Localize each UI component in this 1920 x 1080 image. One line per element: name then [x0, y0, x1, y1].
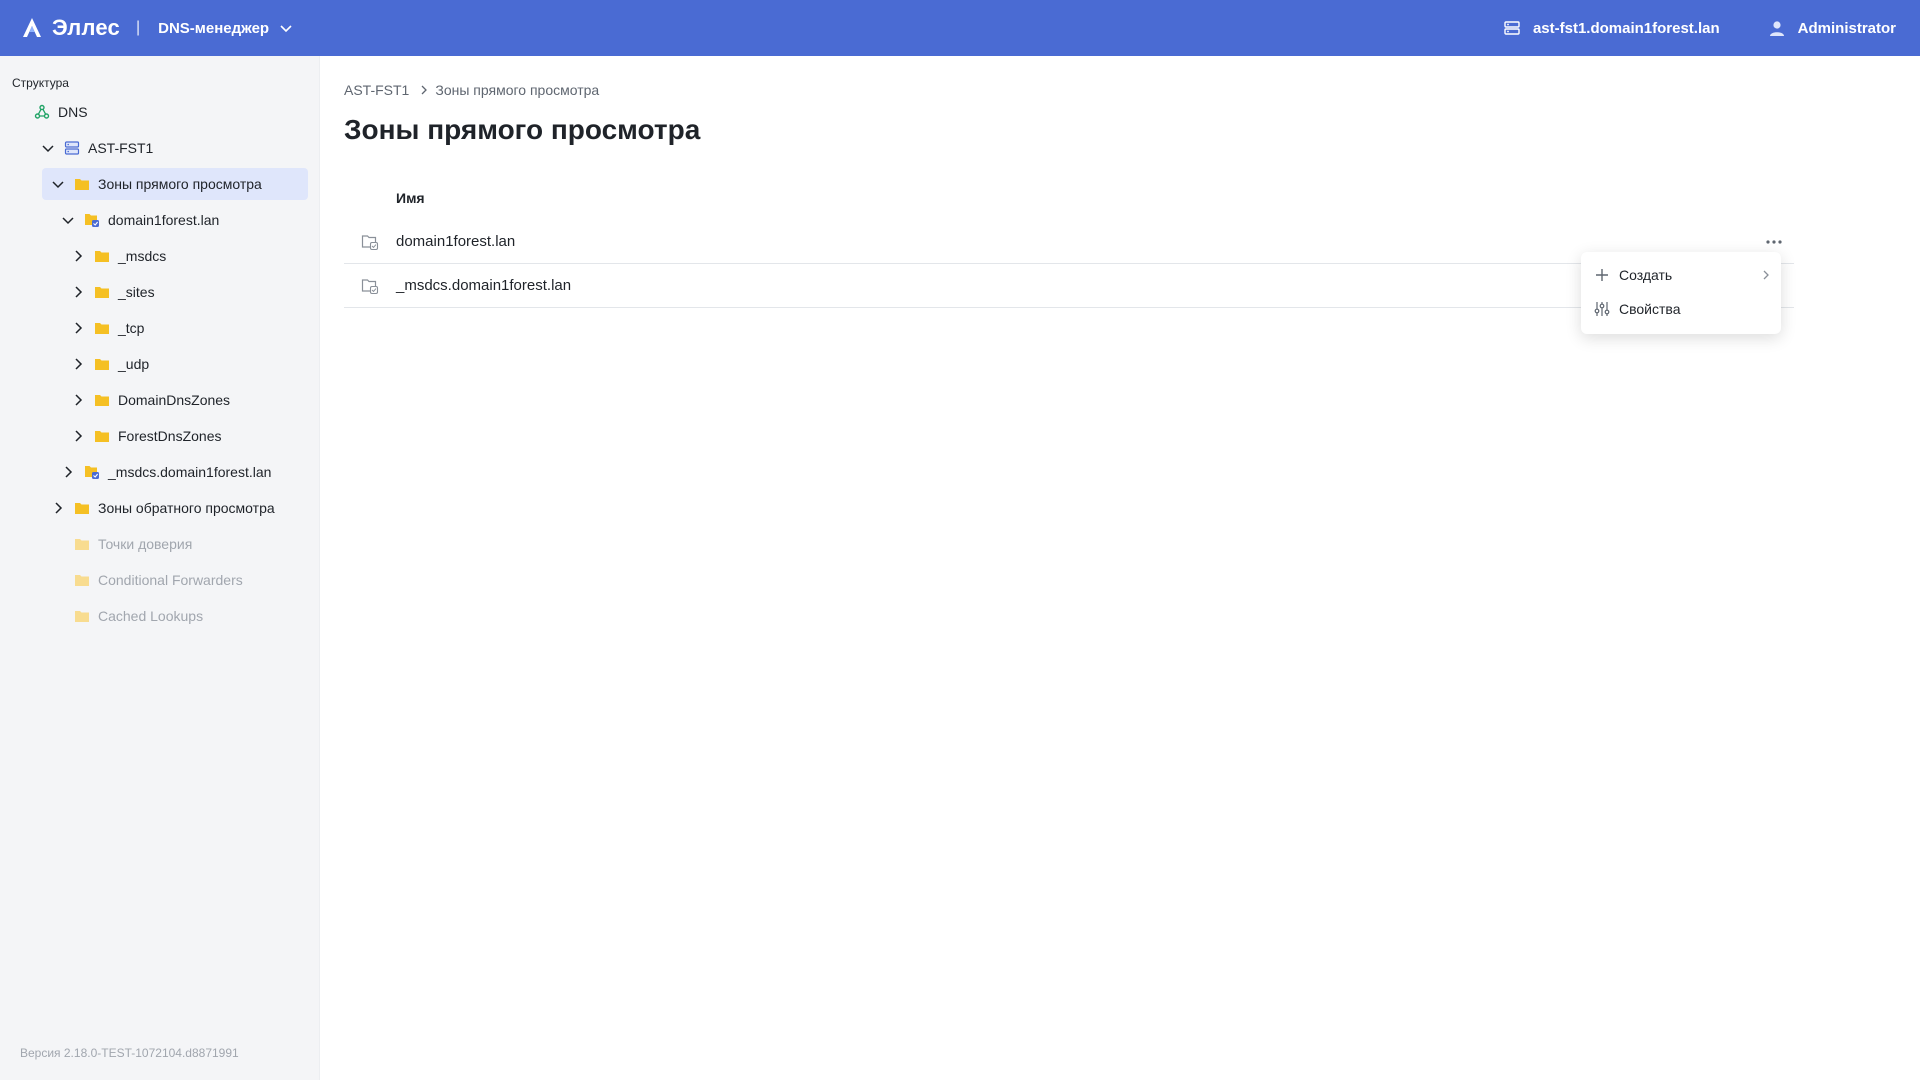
chevron-right-icon[interactable]	[70, 248, 86, 264]
folder-icon	[94, 392, 110, 408]
server-selector[interactable]: ast-fst1.domain1forest.lan	[1503, 19, 1720, 37]
plus-icon	[1593, 266, 1611, 284]
more-actions-icon[interactable]	[1762, 230, 1786, 254]
tree-item-label: _tcp	[118, 320, 145, 336]
sidebar-title: Структура	[12, 76, 69, 90]
chevron-right-icon	[419, 84, 429, 96]
chevron-down-icon[interactable]	[50, 176, 66, 192]
tree-item-forestdnszones[interactable]: ForestDnsZones	[0, 420, 308, 452]
chevron-right-icon[interactable]	[50, 500, 66, 516]
tree-item-label: domain1forest.lan	[108, 212, 220, 228]
tree-item-label: ForestDnsZones	[118, 428, 222, 444]
tree-item-label: DomainDnsZones	[118, 392, 231, 408]
server-icon	[64, 140, 80, 156]
main-content: AST-FST1 Зоны прямого просмотра Зоны пря…	[320, 56, 1920, 1080]
chevron-right-icon[interactable]	[70, 284, 86, 300]
folder-icon	[74, 500, 90, 516]
menu-item-create[interactable]: Создать	[1581, 258, 1781, 292]
table-row[interactable]: _msdcs.domain1forest.lan	[344, 264, 1794, 308]
column-header-name[interactable]: Имя	[396, 190, 425, 206]
tree-item-server[interactable]: AST-FST1	[0, 132, 308, 164]
folder-icon	[94, 428, 110, 444]
sliders-icon	[1593, 300, 1611, 318]
chevron-right-icon[interactable]	[70, 356, 86, 372]
zone-icon	[84, 212, 100, 228]
zone-icon	[84, 464, 100, 480]
brand-logo-icon	[23, 18, 41, 37]
tree-item-label: Зоны прямого просмотра	[98, 176, 262, 192]
zones-table: Имя domain1forest.lan _msdcs.domain1fore…	[344, 176, 1794, 308]
tree-item-label: _msdcs	[118, 248, 167, 264]
folder-icon	[94, 356, 110, 372]
tree-item-tcp[interactable]: _tcp	[0, 312, 308, 344]
user-name: Administrator	[1797, 19, 1896, 37]
table-row[interactable]: domain1forest.lan	[344, 220, 1794, 264]
chevron-right-icon[interactable]	[70, 428, 86, 444]
zone-name: domain1forest.lan	[396, 233, 516, 250]
page-title: Зоны прямого просмотра	[344, 114, 701, 145]
app-name: DNS-менеджер	[158, 19, 270, 37]
sidebar: Структура DNS AST-FST1 Зоны прямого прос…	[0, 56, 320, 1080]
folder-icon	[94, 284, 110, 300]
zone-icon	[344, 233, 396, 251]
table-header: Имя	[344, 176, 1794, 220]
tree-item-msdcs[interactable]: _msdcs	[0, 240, 308, 272]
chevron-right-icon	[1761, 268, 1771, 285]
tree-item-forward-zones[interactable]: Зоны прямого просмотра	[42, 168, 308, 200]
context-menu: Создать Свойства	[1581, 252, 1781, 334]
chevron-right-icon[interactable]	[70, 320, 86, 336]
tree-item-label: _udp	[118, 356, 150, 372]
app-switcher[interactable]: DNS-менеджер	[158, 20, 293, 37]
version-label: Версия 2.18.0-TEST-1072104.d8871991	[20, 1046, 239, 1060]
chevron-down-icon[interactable]	[60, 212, 76, 228]
chevron-right-icon[interactable]	[70, 392, 86, 408]
tree-item-reverse-zones[interactable]: Зоны обратного просмотра	[0, 492, 308, 524]
tree-item-label: AST-FST1	[88, 140, 154, 156]
tree-item-udp[interactable]: _udp	[0, 348, 308, 380]
folder-icon	[74, 176, 90, 192]
zone-name: _msdcs.domain1forest.lan	[396, 277, 572, 294]
tree-item-label: Точки доверия	[98, 536, 193, 552]
tree-item-dns[interactable]: DNS	[0, 96, 308, 128]
user-menu[interactable]: Administrator	[1768, 19, 1896, 37]
tree-item-trust-points: Точки доверия	[0, 528, 308, 560]
folder-icon	[74, 572, 90, 588]
dns-icon	[34, 104, 50, 120]
breadcrumb: AST-FST1 Зоны прямого просмотра	[344, 82, 599, 98]
brand[interactable]: Эллес	[20, 15, 120, 41]
chevron-down-icon	[280, 25, 292, 33]
folder-icon	[74, 536, 90, 552]
user-icon	[1769, 21, 1784, 36]
chevron-right-icon[interactable]	[60, 464, 76, 480]
breadcrumb-item-current: Зоны прямого просмотра	[435, 82, 600, 98]
tree-item-label: Cached Lookups	[98, 608, 204, 624]
tree-item-label: _sites	[118, 284, 155, 300]
tree-item-label: _msdcs.domain1forest.lan	[108, 464, 272, 480]
tree-item-conditional-forwarders: Conditional Forwarders	[0, 564, 308, 596]
menu-item-label: Создать	[1619, 267, 1673, 283]
zone-icon	[344, 277, 396, 295]
menu-item-properties[interactable]: Свойства	[1581, 292, 1781, 326]
folder-icon	[74, 608, 90, 624]
server-name: ast-fst1.domain1forest.lan	[1532, 19, 1720, 37]
tree-item-zone-domain1forest[interactable]: domain1forest.lan	[0, 204, 308, 236]
top-bar: Эллес | DNS-менеджер ast-fst1.domain1for…	[0, 0, 1920, 56]
folder-icon	[94, 320, 110, 336]
brand-name: Эллес	[52, 15, 120, 40]
tree-item-domaindnszones[interactable]: DomainDnsZones	[0, 384, 308, 416]
tree-item-label: DNS	[58, 104, 88, 120]
tree-item-sites[interactable]: _sites	[0, 276, 308, 308]
server-icon	[1504, 21, 1520, 35]
breadcrumb-item-server[interactable]: AST-FST1	[344, 82, 409, 98]
tree-item-label: Conditional Forwarders	[98, 572, 243, 588]
folder-icon	[94, 248, 110, 264]
tree-item-label: Зоны обратного просмотра	[98, 500, 275, 516]
structure-tree: DNS AST-FST1 Зоны прямого просмотра doma…	[0, 96, 320, 636]
tree-item-zone-msdcs[interactable]: _msdcs.domain1forest.lan	[0, 456, 308, 488]
menu-item-label: Свойства	[1619, 301, 1681, 317]
chevron-down-icon[interactable]	[40, 140, 56, 156]
header-separator: |	[135, 19, 141, 36]
tree-item-cached-lookups: Cached Lookups	[0, 600, 308, 632]
